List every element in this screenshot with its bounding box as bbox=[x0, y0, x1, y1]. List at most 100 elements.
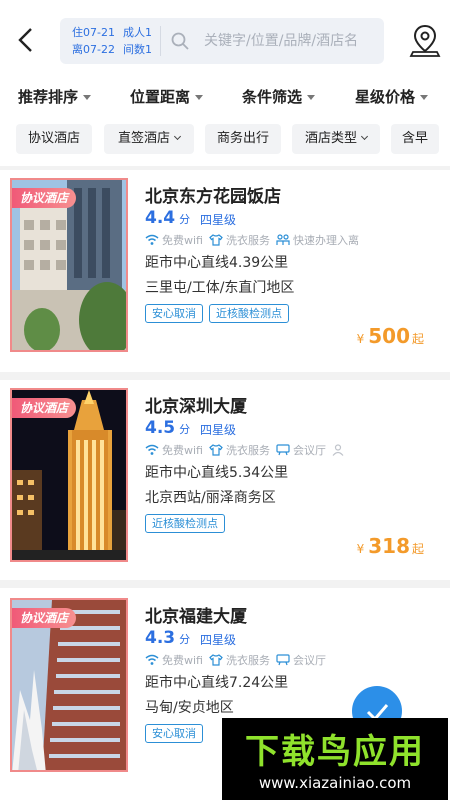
chip-business-travel[interactable]: 商务出行 bbox=[205, 124, 281, 154]
facility-item: 洗衣服务 bbox=[209, 232, 270, 248]
search-input[interactable]: 关键字/位置/品牌/酒店名 bbox=[204, 30, 358, 50]
hotel-price: ¥500 起 bbox=[357, 324, 424, 348]
wifi-icon bbox=[145, 444, 159, 455]
score-unit: 分 bbox=[179, 423, 191, 436]
divider bbox=[160, 26, 161, 56]
people-icon bbox=[276, 234, 290, 245]
star-level: 四星级 bbox=[200, 213, 237, 227]
agreement-hotel-ribbon: 协议酒店 bbox=[12, 608, 77, 628]
agreement-hotel-ribbon: 协议酒店 bbox=[12, 398, 77, 418]
shirt-icon bbox=[209, 654, 223, 666]
wifi-icon bbox=[145, 234, 159, 245]
distance-to-center: 距市中心直线7.24公里 bbox=[145, 675, 289, 691]
watermark-url: www.xiazainiao.com bbox=[258, 774, 412, 792]
map-pin-icon[interactable] bbox=[409, 23, 441, 57]
facility-label: 洗衣服务 bbox=[225, 654, 270, 667]
currency-symbol: ¥ bbox=[356, 542, 365, 556]
chip-label: 含早 bbox=[401, 131, 428, 146]
chip-hotel-type[interactable]: 酒店类型 bbox=[292, 124, 380, 154]
chip-direct-hotel[interactable]: 直签酒店 bbox=[104, 124, 194, 154]
sort-filter-label: 条件筛选 bbox=[242, 88, 303, 106]
hotel-area: 北京西站/丽泽商务区 bbox=[145, 490, 276, 506]
distance-to-center: 距市中心直线4.39公里 bbox=[145, 255, 289, 271]
checkout-date: 离07-22 bbox=[72, 43, 115, 56]
facility-label: 洗衣服务 bbox=[225, 234, 270, 247]
sort-recommended-label: 推荐排序 bbox=[18, 88, 79, 106]
sort-recommended[interactable]: 推荐排序 bbox=[18, 86, 92, 107]
sort-star-price[interactable]: 星级价格 bbox=[355, 86, 429, 107]
hotel-name: 北京深圳大厦 bbox=[145, 397, 247, 417]
shirt-icon bbox=[209, 444, 223, 456]
hotel-photo: 协议酒店 bbox=[10, 178, 128, 352]
chip-breakfast[interactable]: 含早 bbox=[391, 124, 439, 154]
currency-symbol: ¥ bbox=[356, 332, 365, 346]
chevron-down-icon bbox=[360, 132, 369, 141]
chip-label: 协议酒店 bbox=[27, 131, 80, 146]
rooms-count: 间数1 bbox=[122, 43, 152, 56]
person-icon bbox=[332, 444, 344, 456]
adults-count: 成人1 bbox=[122, 26, 152, 39]
facility-item: 会议厅 bbox=[276, 652, 326, 668]
score-unit: 分 bbox=[179, 633, 191, 646]
caret-down-icon bbox=[420, 95, 429, 100]
facility-item bbox=[332, 444, 349, 456]
watermark-title: 下载鸟应用 bbox=[245, 732, 425, 772]
tag-list: 近核酸检测点 bbox=[145, 514, 225, 533]
star-level: 四星级 bbox=[200, 633, 237, 647]
chip-agreement-hotel[interactable]: 协议酒店 bbox=[16, 124, 92, 154]
top-bar: 住07-21 成人1 离07-22 间数1 关键字/位置/品牌/酒店名 bbox=[0, 0, 450, 80]
facility-item: 会议厅 bbox=[276, 442, 326, 458]
checkin-date: 住07-21 bbox=[72, 26, 115, 39]
tag-badge: 近核酸检测点 bbox=[145, 514, 225, 533]
price-value: 318 bbox=[368, 534, 410, 558]
chip-label: 商务出行 bbox=[216, 131, 269, 146]
facility-list: 免费wifi 洗衣服务 会议厅 bbox=[145, 652, 332, 668]
shirt-icon bbox=[209, 234, 223, 246]
date-guest-selector[interactable]: 住07-21 成人1 离07-22 间数1 bbox=[72, 24, 152, 58]
price-suffix: 起 bbox=[411, 542, 424, 556]
chip-label: 直签酒店 bbox=[117, 131, 170, 146]
search-box[interactable]: 住07-21 成人1 离07-22 间数1 关键字/位置/品牌/酒店名 bbox=[60, 18, 384, 64]
facility-label: 免费wifi bbox=[162, 654, 203, 667]
tag-list: 安心取消 bbox=[145, 724, 203, 743]
price-value: 500 bbox=[368, 324, 410, 348]
facility-item: 洗衣服务 bbox=[209, 442, 270, 458]
score-value: 4.3 bbox=[145, 628, 176, 648]
facility-list: 免费wifi 洗衣服务 快速办理入离 bbox=[145, 232, 365, 248]
sort-distance[interactable]: 位置距离 bbox=[130, 86, 204, 107]
hotel-score: 4.5 分 bbox=[145, 418, 190, 438]
score-value: 4.4 bbox=[145, 208, 176, 228]
facility-list: 免费wifi 洗衣服务 会议厅 bbox=[145, 442, 355, 458]
hotel-photo: 协议酒店 bbox=[10, 388, 128, 562]
hotel-score: 4.4 分 bbox=[145, 208, 190, 228]
wifi-icon bbox=[145, 654, 159, 665]
sort-filter[interactable]: 条件筛选 bbox=[242, 86, 316, 107]
star-level: 四星级 bbox=[200, 423, 237, 437]
caret-down-icon bbox=[307, 95, 316, 100]
hotel-area: 三里屯/工体/东直门地区 bbox=[145, 280, 295, 296]
sort-distance-label: 位置距离 bbox=[130, 88, 191, 106]
back-arrow-icon[interactable] bbox=[14, 26, 38, 54]
chip-label: 酒店类型 bbox=[304, 131, 357, 146]
tag-badge: 安心取消 bbox=[145, 724, 203, 743]
facility-label: 快速办理入离 bbox=[292, 234, 359, 247]
distance-to-center: 距市中心直线5.34公里 bbox=[145, 465, 289, 481]
hotel-score: 4.3 分 bbox=[145, 628, 190, 648]
score-value: 4.5 bbox=[145, 418, 176, 438]
hotel-name: 北京东方花园饭店 bbox=[145, 187, 281, 207]
facility-label: 免费wifi bbox=[162, 444, 203, 457]
price-suffix: 起 bbox=[411, 332, 424, 346]
hotel-price: ¥318 起 bbox=[357, 534, 424, 558]
meeting-room-icon bbox=[276, 654, 290, 666]
tag-list: 安心取消 近核酸检测点 bbox=[145, 304, 289, 323]
hotel-area: 马甸/安贞地区 bbox=[145, 700, 234, 716]
facility-item: 免费wifi bbox=[145, 652, 203, 668]
facility-item: 洗衣服务 bbox=[209, 652, 270, 668]
hotel-card[interactable]: 协议酒店 北京东方花园饭店 4.4 分 四星级 免费wifi 洗衣服务 快速办理入… bbox=[0, 170, 450, 372]
hotel-card[interactable]: 协议酒店 北京深圳大厦 4.5 分 四星级 免费wifi 洗衣服务 会议厅 距市中… bbox=[0, 380, 450, 580]
facility-label: 会议厅 bbox=[292, 654, 326, 667]
watermark-banner: 下载鸟应用 www.xiazainiao.com bbox=[222, 718, 448, 800]
chevron-down-icon bbox=[173, 132, 182, 141]
facility-label: 会议厅 bbox=[292, 444, 326, 457]
score-unit: 分 bbox=[179, 213, 191, 226]
